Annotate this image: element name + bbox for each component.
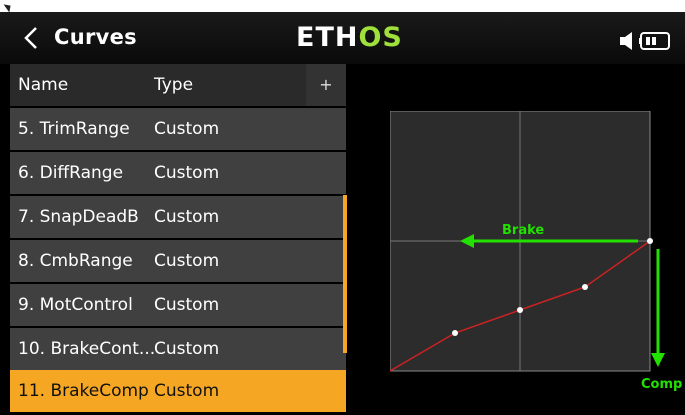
comp-arrowhead: [651, 353, 665, 367]
curve-type: Custom: [154, 207, 220, 227]
curve-type: Custom: [154, 339, 220, 359]
list-item[interactable]: 7. SnapDeadB Custom: [10, 196, 346, 238]
curve-point[interactable]: [647, 238, 653, 244]
curve-type: Custom: [154, 163, 220, 183]
curve-point[interactable]: [452, 330, 458, 336]
comp-label: Comp: [641, 377, 682, 392]
curve-name: 11. BrakeComp: [18, 381, 149, 401]
list-item[interactable]: 9. MotControl Custom: [10, 284, 346, 326]
list-header: Name Type +: [10, 64, 346, 106]
curve-point[interactable]: [582, 284, 588, 290]
back-arrow-icon: [14, 22, 48, 54]
curve-name: 9. MotControl: [18, 295, 133, 315]
list-item[interactable]: 6. DiffRange Custom: [10, 152, 346, 194]
top-strip: [0, 0, 685, 13]
curve-type: Custom: [154, 119, 220, 139]
status-icons: [619, 30, 673, 52]
curve-name: 5. TrimRange: [18, 119, 130, 139]
list-item-selected[interactable]: 11. BrakeComp Custom: [10, 370, 346, 412]
page-title: Curves: [54, 25, 137, 49]
list-item[interactable]: 8. CmbRange Custom: [10, 240, 346, 282]
add-curve-button[interactable]: +: [306, 64, 346, 106]
ethos-logo: ETHOS: [296, 22, 403, 53]
curve-preview: Brake Comp: [389, 110, 685, 415]
curves-list: Name Type + 5. TrimRange Custom 6. DiffR…: [10, 64, 346, 412]
curve-type: Custom: [154, 251, 220, 271]
list-item[interactable]: 10. BrakeCont... Custom: [10, 328, 346, 370]
list-scrollbar[interactable]: [343, 195, 347, 353]
column-header-name: Name: [18, 75, 69, 95]
mouse-cursor-icon: [3, 1, 14, 13]
curve-type: Custom: [154, 295, 220, 315]
curve-name: 8. CmbRange: [18, 251, 133, 271]
curve-point[interactable]: [517, 307, 523, 313]
back-button[interactable]: [14, 22, 48, 54]
list-item[interactable]: 5. TrimRange Custom: [10, 108, 346, 150]
curve-name: 10. BrakeCont...: [18, 339, 156, 359]
curve-name: 7. SnapDeadB: [18, 207, 139, 227]
title-bar: Curves ETHOS: [0, 12, 685, 64]
column-header-type: Type: [154, 75, 194, 95]
brake-label: Brake: [502, 223, 544, 238]
curve-name: 6. DiffRange: [18, 163, 124, 183]
curve-type: Custom: [154, 381, 220, 401]
